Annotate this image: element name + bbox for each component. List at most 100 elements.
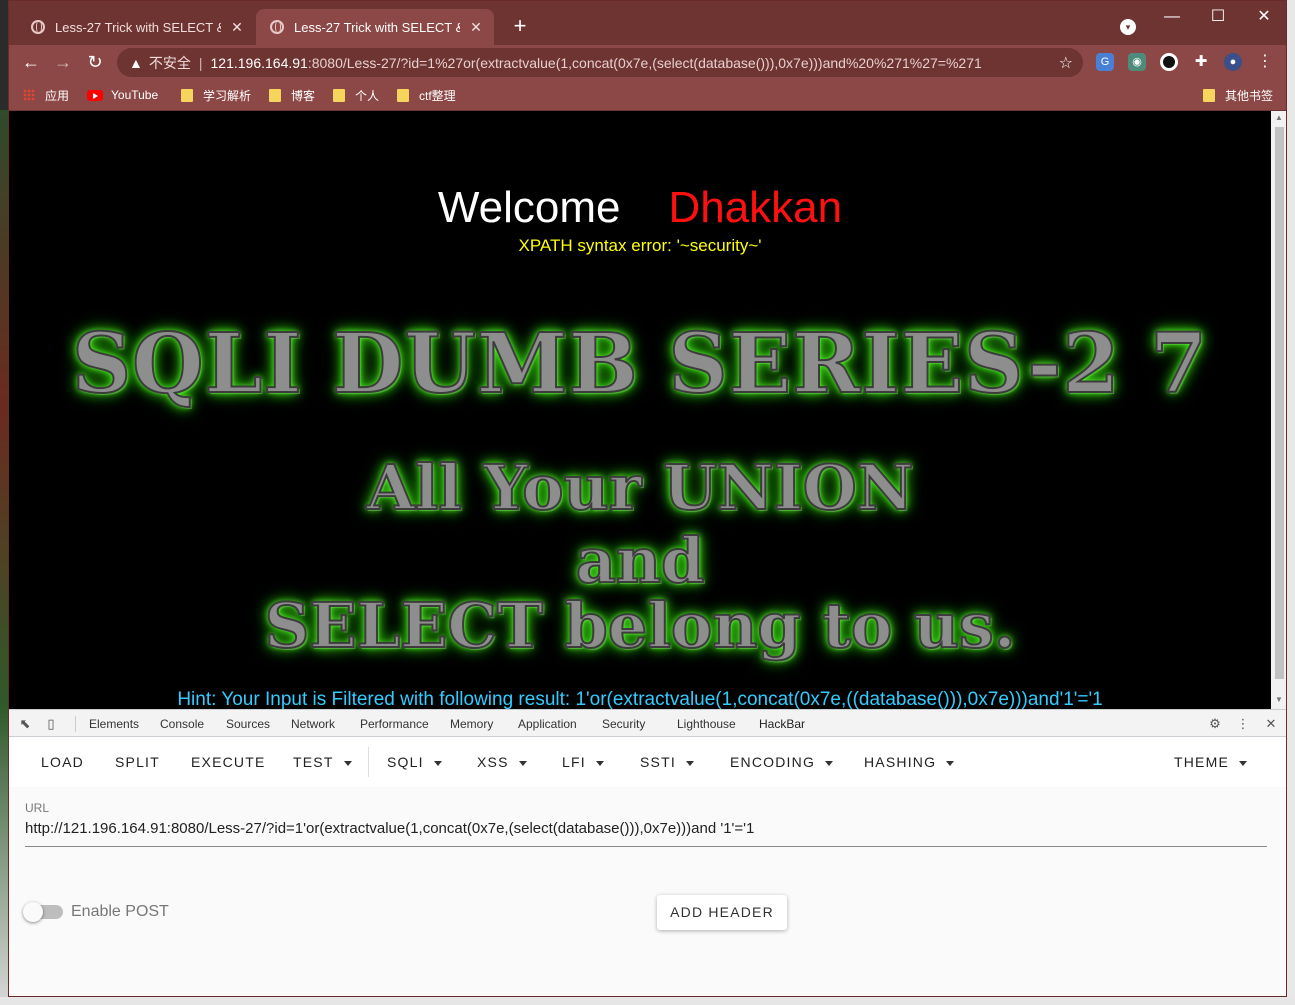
theme-dropdown[interactable]: THEME	[1174, 754, 1247, 770]
tab-search-icon[interactable]: ▾	[1120, 19, 1136, 35]
scrollbar-thumb[interactable]	[1275, 127, 1284, 679]
hint-text: Hint: Your Input is Filtered with follow…	[177, 689, 1103, 709]
banner-line-3: and	[575, 523, 706, 598]
translate-extension-icon[interactable]: G	[1096, 53, 1114, 71]
bookmark-apps[interactable]: 应用	[23, 86, 69, 104]
caret-down-icon	[595, 760, 604, 766]
execute-button[interactable]: EXECUTE	[191, 754, 266, 770]
page-content: Welcome Dhakkan XPATH syntax error: '~sec…	[9, 111, 1271, 709]
address-separator: |	[198, 54, 203, 71]
back-button[interactable]: ←	[19, 51, 43, 73]
split-button[interactable]: SPLIT	[115, 754, 160, 770]
scroll-up-icon[interactable]: ▲	[1275, 113, 1283, 122]
maximize-button[interactable]: ☐	[1195, 5, 1241, 29]
browser-tab-2[interactable]: Less-27 Trick with SELECT & U ✕	[256, 9, 494, 45]
address-bar[interactable]: ▲ 不安全 | 121.196.164.91 :8080/Less-27/?id…	[117, 48, 1083, 77]
reload-button[interactable]: ↻	[83, 51, 107, 73]
caret-down-icon	[343, 760, 352, 766]
tab-elements[interactable]: Elements	[89, 717, 139, 731]
extensions-puzzle-icon[interactable]: ✚	[1192, 53, 1210, 71]
hackbar-menu: LOAD SPLIT EXECUTE TEST SQLI XSS LFI SST…	[9, 737, 1286, 787]
new-tab-button[interactable]: +	[507, 13, 533, 39]
globe-icon	[270, 20, 284, 34]
execute-label: EXECUTE	[191, 754, 266, 770]
bookmark-label: 个人	[355, 88, 380, 103]
devtools-menu-icon[interactable]: ⋮	[1235, 716, 1251, 732]
bookmark-youtube[interactable]: YouTube	[87, 86, 158, 104]
add-header-button[interactable]: ADD HEADER	[657, 895, 787, 930]
caret-down-icon	[685, 760, 694, 766]
xss-dropdown[interactable]: XSS	[477, 754, 527, 770]
bookmark-label: 其他书签	[1225, 88, 1274, 103]
enable-post-toggle[interactable]	[23, 902, 63, 922]
url-label: URL	[25, 801, 50, 815]
globe-icon	[31, 20, 45, 34]
bookmark-label: 应用	[45, 88, 70, 103]
menu-separator	[368, 747, 369, 777]
banner-line-2: All Your UNION	[366, 450, 915, 525]
close-devtools-icon[interactable]: ✕	[1263, 716, 1279, 732]
owl-extension-icon[interactable]: ◉	[1128, 53, 1146, 71]
folder-icon	[181, 88, 193, 102]
close-tab-icon[interactable]: ✕	[229, 19, 245, 36]
forward-button[interactable]: →	[51, 51, 75, 73]
scroll-down-icon[interactable]: ▼	[1275, 695, 1283, 704]
desktop-background-left	[0, 110, 8, 1005]
error-message: XPATH syntax error: '~security~'	[518, 236, 762, 255]
bookmark-label: 学习解析	[203, 88, 252, 103]
tab-title: Less-27 Trick with SELECT & U	[55, 19, 221, 35]
bookmark-folder-personal[interactable]: 个人	[333, 86, 379, 104]
tab-lighthouse[interactable]: Lighthouse	[677, 717, 736, 731]
sqli-label: SQLI	[387, 754, 424, 770]
bookmark-star-icon[interactable]: ☆	[1059, 53, 1073, 73]
tab-hackbar[interactable]: HackBar	[749, 717, 815, 739]
tab-title: Less-27 Trick with SELECT & U	[294, 19, 460, 35]
caret-down-icon	[825, 760, 834, 766]
tab-strip: Less-27 Trick with SELECT & U ✕ Less-27 …	[9, 1, 1286, 45]
tab-console[interactable]: Console	[160, 717, 204, 731]
desktop-background-bottom	[0, 997, 1295, 1005]
ssti-dropdown[interactable]: SSTI	[640, 754, 694, 770]
browser-tab-1[interactable]: Less-27 Trick with SELECT & U ✕	[17, 9, 255, 45]
bookmark-folder-blog[interactable]: 博客	[269, 86, 315, 104]
tab-application[interactable]: Application	[518, 717, 577, 731]
devtools-tabbar: ⬉ ▯ Elements Console Sources Network Per…	[9, 709, 1286, 739]
enable-post-label: Enable POST	[71, 903, 169, 920]
close-tab-icon[interactable]: ✕	[468, 19, 484, 36]
youtube-icon	[87, 89, 103, 101]
profile-avatar-icon[interactable]: ●	[1224, 53, 1242, 71]
welcome-text: Welcome	[437, 183, 621, 232]
close-window-button[interactable]: ✕	[1241, 5, 1286, 29]
tab-sources[interactable]: Sources	[226, 717, 270, 731]
inspect-element-icon[interactable]: ⬉	[17, 716, 33, 732]
banner-line-4: SELECT belong to us.	[264, 588, 1017, 663]
url-input[interactable]: http://121.196.164.91:8080/Less-27/?id=1…	[25, 820, 1267, 847]
device-toolbar-icon[interactable]: ▯	[43, 716, 59, 732]
sqli-dropdown[interactable]: SQLI	[387, 754, 442, 770]
minimize-button[interactable]: —	[1149, 5, 1195, 29]
test-dropdown[interactable]: TEST	[293, 754, 352, 770]
caret-down-icon	[946, 760, 955, 766]
tab-memory[interactable]: Memory	[450, 717, 493, 731]
menu-kebab-icon[interactable]: ⋮	[1256, 53, 1274, 71]
tab-network[interactable]: Network	[291, 717, 335, 731]
page-scrollbar[interactable]: ▲ ▼	[1271, 111, 1286, 709]
browser-window: Less-27 Trick with SELECT & U ✕ Less-27 …	[8, 0, 1287, 997]
bookmark-folder-ctf[interactable]: ctf整理	[397, 86, 456, 104]
warning-icon[interactable]: ▲	[129, 55, 143, 71]
lfi-dropdown[interactable]: LFI	[562, 754, 604, 770]
bookmark-folder-other[interactable]: 其他书签	[1203, 86, 1273, 104]
banner-title: SQLI DUMB SERIES-2 7	[71, 315, 1209, 413]
circle-extension-icon[interactable]	[1160, 53, 1178, 71]
bookmark-label: 博客	[291, 88, 316, 103]
tab-performance[interactable]: Performance	[360, 717, 429, 731]
address-host: 121.196.164.91	[210, 54, 308, 71]
encoding-dropdown[interactable]: ENCODING	[730, 754, 834, 770]
hackbar-panel: LOAD SPLIT EXECUTE TEST SQLI XSS LFI SST…	[9, 737, 1286, 996]
load-button[interactable]: LOAD	[41, 754, 84, 770]
bookmark-folder-study[interactable]: 学习解析	[181, 86, 251, 104]
tab-security[interactable]: Security	[602, 717, 645, 731]
caret-down-icon	[1239, 760, 1247, 766]
hashing-dropdown[interactable]: HASHING	[864, 754, 955, 770]
settings-gear-icon[interactable]: ⚙	[1207, 716, 1223, 732]
